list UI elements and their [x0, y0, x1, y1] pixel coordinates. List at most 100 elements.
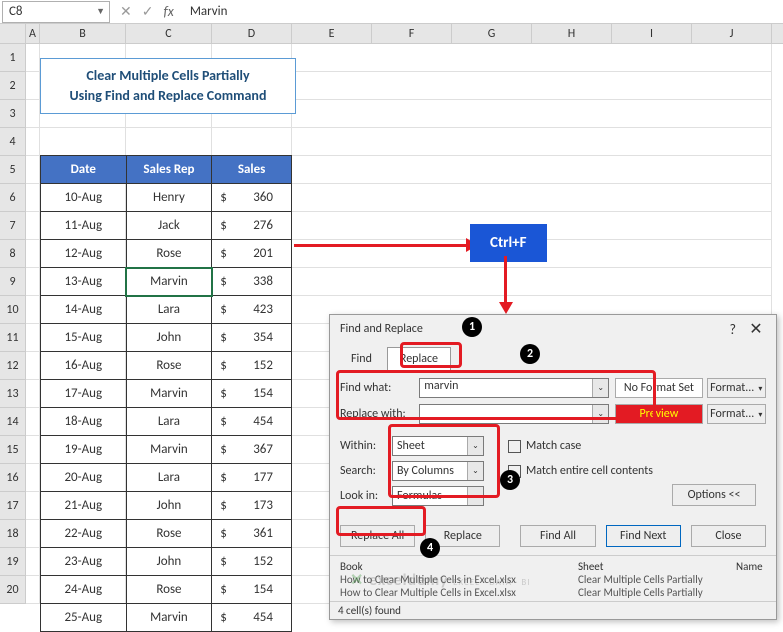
cell-date[interactable]: 19-Aug [41, 436, 127, 464]
row-header[interactable]: 6 [0, 184, 26, 212]
cell-sales[interactable]: 201 [212, 240, 292, 268]
options-button[interactable]: Options << [672, 484, 756, 506]
cell-rep[interactable]: Lara [126, 408, 212, 436]
row-header[interactable]: 20 [0, 576, 26, 604]
cell-sales[interactable]: 367 [212, 436, 292, 464]
cell[interactable] [26, 324, 40, 352]
cell-sales[interactable]: 173 [212, 492, 292, 520]
cell-rep[interactable]: John [126, 324, 212, 352]
cell-date[interactable]: 18-Aug [41, 408, 127, 436]
cell[interactable] [26, 464, 40, 492]
table-row[interactable]: 13-Aug Marvin 338 [41, 268, 292, 296]
cell-rep[interactable]: Marvin [126, 436, 212, 464]
table-row[interactable]: 14-Aug Lara 423 [41, 296, 292, 324]
cell-sales[interactable]: 276 [212, 212, 292, 240]
table-row[interactable]: 24-Aug Rose 154 [41, 576, 292, 604]
row-header[interactable]: 11 [0, 324, 26, 352]
replace-all-button[interactable]: Replace All [340, 525, 415, 547]
cell-date[interactable]: 21-Aug [41, 492, 127, 520]
table-row[interactable]: 11-Aug Jack 276 [41, 212, 292, 240]
col-header-E[interactable]: E [292, 24, 372, 43]
row-header[interactable]: 9 [0, 268, 26, 296]
cell-rep[interactable]: Lara [126, 296, 212, 324]
close-icon[interactable]: ✕ [744, 319, 768, 339]
cell-sales[interactable]: 360 [212, 184, 292, 212]
cell-date[interactable]: 25-Aug [41, 604, 127, 632]
cell[interactable] [26, 548, 40, 576]
row-header[interactable]: 18 [0, 520, 26, 548]
cell-sales[interactable]: 177 [212, 464, 292, 492]
cell-rep[interactable]: Rose [126, 576, 212, 604]
col-header-D[interactable]: D [212, 24, 292, 43]
cell[interactable] [26, 408, 40, 436]
cell[interactable] [292, 156, 772, 184]
row-header[interactable]: 10 [0, 296, 26, 324]
table-row[interactable]: 20-Aug Lara 177 [41, 464, 292, 492]
row-header[interactable]: 12 [0, 352, 26, 380]
row-header[interactable]: 19 [0, 548, 26, 576]
find-all-button[interactable]: Find All [520, 525, 595, 547]
cell[interactable] [26, 128, 40, 156]
cancel-icon[interactable]: ✕ [120, 3, 132, 20]
within-select[interactable]: Sheet⌄ [392, 436, 484, 456]
dialog-titlebar[interactable]: Find and Replace ? ✕ [330, 315, 776, 343]
cell-rep[interactable]: John [126, 548, 212, 576]
cell[interactable] [26, 520, 40, 548]
cell-date[interactable]: 11-Aug [41, 212, 127, 240]
table-row[interactable]: 21-Aug John 173 [41, 492, 292, 520]
chevron-down-icon[interactable]: ▼ [96, 6, 105, 17]
cell[interactable] [26, 352, 40, 380]
row-header[interactable]: 2 [0, 72, 26, 100]
chevron-down-icon[interactable]: ⌄ [467, 462, 483, 480]
table-row[interactable]: 15-Aug John 354 [41, 324, 292, 352]
chevron-down-icon[interactable]: ⌄ [467, 487, 483, 505]
col-header-F[interactable]: F [372, 24, 452, 43]
col-header-B[interactable]: B [40, 24, 126, 43]
help-icon[interactable]: ? [730, 321, 737, 338]
table-row[interactable]: 18-Aug Lara 454 [41, 408, 292, 436]
cell[interactable] [26, 72, 40, 100]
row-header[interactable]: 14 [0, 408, 26, 436]
row-header[interactable]: 17 [0, 492, 26, 520]
cell[interactable] [126, 128, 212, 156]
cell[interactable] [26, 100, 40, 128]
cell[interactable] [26, 156, 40, 184]
cell-date[interactable]: 13-Aug [41, 268, 127, 296]
chevron-down-icon[interactable]: ⌄ [467, 437, 483, 455]
cell-date[interactable]: 12-Aug [41, 240, 127, 268]
cell-date[interactable]: 24-Aug [41, 576, 127, 604]
cell-sales[interactable]: 152 [212, 352, 292, 380]
cell-rep[interactable]: Rose [126, 240, 212, 268]
row-header[interactable]: 7 [0, 212, 26, 240]
find-what-input[interactable]: marvin ⌄ [419, 378, 609, 398]
grid-row[interactable]: 4 [0, 128, 783, 156]
row-header[interactable]: 5 [0, 156, 26, 184]
table-row[interactable]: 10-Aug Henry 360 [41, 184, 292, 212]
cell-sales[interactable]: 454 [212, 408, 292, 436]
cell-sales[interactable]: 152 [212, 548, 292, 576]
row-header[interactable]: 1 [0, 44, 26, 72]
cell[interactable] [292, 72, 772, 100]
row-header[interactable]: 13 [0, 380, 26, 408]
cell-rep[interactable]: Henry [126, 184, 212, 212]
cell-rep[interactable]: Rose [126, 352, 212, 380]
cell-date[interactable]: 23-Aug [41, 548, 127, 576]
grid-area[interactable]: 1 2 3 4 5 6 [0, 44, 783, 604]
cell-rep[interactable]: Marvin [126, 604, 212, 632]
cell[interactable] [26, 240, 40, 268]
cell[interactable] [26, 212, 40, 240]
cell-sales[interactable]: 354 [212, 324, 292, 352]
chevron-down-icon[interactable]: ⌄ [592, 379, 608, 397]
cell[interactable] [292, 184, 772, 212]
col-header-I[interactable]: I [612, 24, 692, 43]
cell-sales[interactable]: 154 [212, 380, 292, 408]
cell-date[interactable]: 17-Aug [41, 380, 127, 408]
fx-icon[interactable]: fx [163, 3, 173, 20]
cell-rep[interactable]: John [126, 492, 212, 520]
find-next-button[interactable]: Find Next [606, 525, 681, 547]
cell[interactable] [26, 268, 40, 296]
row-header[interactable]: 3 [0, 100, 26, 128]
tab-find[interactable]: Find [338, 347, 385, 370]
cell-date[interactable]: 20-Aug [41, 464, 127, 492]
col-header-J[interactable]: J [692, 24, 772, 43]
